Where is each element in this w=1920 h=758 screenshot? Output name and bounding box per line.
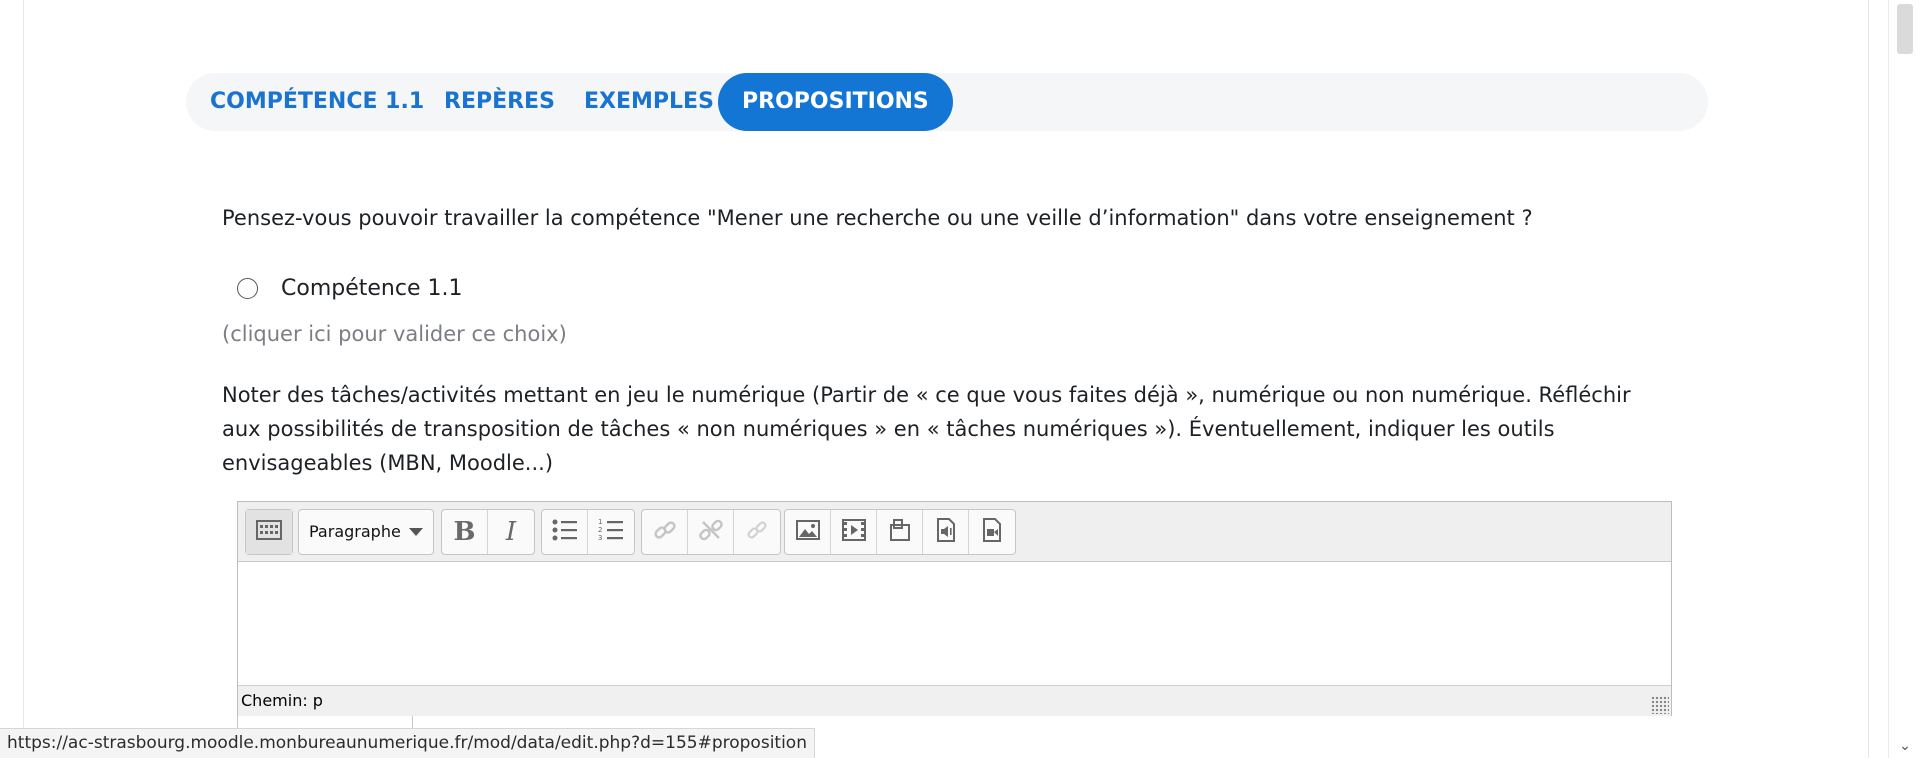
ordered-list-icon: 123 [597, 517, 625, 547]
toolbar-group-lists: 123 [541, 509, 635, 555]
scrollbar-thumb[interactable] [1897, 4, 1913, 54]
svg-text:3: 3 [598, 534, 602, 542]
toolbar-group-links [641, 509, 781, 555]
anchor-icon [744, 517, 770, 547]
instructions-text: Noter des tâches/activités mettant en je… [222, 383, 1631, 475]
question-text: Pensez-vous pouvoir travailler la compét… [222, 206, 1533, 230]
page-right-border [1868, 0, 1869, 758]
path-label: Chemin: p [241, 691, 323, 710]
record-audio-icon [934, 517, 958, 547]
status-bar-url: https://ac-strasbourg.moodle.monbureaunu… [0, 728, 815, 758]
link-icon [652, 517, 678, 547]
tab-bar: COMPÉTENCE 1.1 REPÈRES EXEMPLES PROPOSIT… [186, 73, 1708, 131]
italic-button[interactable]: I [488, 510, 534, 554]
bold-button[interactable]: B [442, 510, 488, 554]
unordered-list-button[interactable] [542, 510, 588, 554]
tab-exemples[interactable]: EXEMPLES [584, 73, 714, 131]
video-icon [841, 518, 867, 546]
svg-text:2: 2 [598, 526, 602, 534]
page-left-border [23, 0, 24, 758]
paragraph-format-select[interactable]: Paragraphe [298, 509, 434, 555]
link-button[interactable] [642, 510, 688, 554]
toolbar-group-style: B I [441, 509, 535, 555]
ordered-list-button[interactable]: 123 [588, 510, 634, 554]
manage-files-icon [888, 518, 912, 546]
editor-content-area[interactable] [238, 562, 1671, 685]
editor-path-bar: Chemin: p [238, 685, 1671, 716]
unordered-list-icon [551, 517, 579, 547]
italic-icon: I [505, 517, 517, 547]
record-video-button[interactable] [969, 510, 1015, 554]
format-select-value: Paragraphe [309, 522, 401, 541]
vertical-scrollbar[interactable]: ⌄ [1888, 0, 1920, 758]
svg-text:1: 1 [598, 518, 602, 526]
insert-video-button[interactable] [831, 510, 877, 554]
bold-icon: B [453, 517, 476, 547]
toolbar-group-media [784, 509, 1016, 555]
toolbar-group-toggle [245, 509, 293, 555]
unlink-button[interactable] [688, 510, 734, 554]
editor-toolbar: Paragraphe B I 123 [238, 502, 1671, 562]
record-video-icon [980, 517, 1004, 547]
tab-propositions[interactable]: PROPOSITIONS [718, 73, 953, 131]
tab-competence[interactable]: COMPÉTENCE 1.1 [210, 73, 424, 131]
record-audio-button[interactable] [923, 510, 969, 554]
image-icon [795, 518, 821, 546]
toolbar-toggle-icon [255, 518, 283, 546]
anchor-button[interactable] [734, 510, 780, 554]
resize-grip-icon[interactable] [1651, 696, 1669, 714]
insert-image-button[interactable] [785, 510, 831, 554]
tab-reperes[interactable]: REPÈRES [444, 73, 555, 131]
chevron-down-icon[interactable]: ⌄ [1897, 738, 1913, 754]
dropdown-caret-icon [409, 528, 423, 536]
rich-text-editor: Paragraphe B I 123 Chemin: p [237, 501, 1672, 716]
hint-text: (cliquer ici pour valider ce choix) [222, 322, 567, 346]
radio-label[interactable]: Compétence 1.1 [281, 276, 462, 301]
competence-radio[interactable] [237, 278, 258, 299]
manage-files-button[interactable] [877, 510, 923, 554]
unlink-icon [698, 517, 724, 547]
toolbar-toggle-button[interactable] [246, 510, 292, 554]
